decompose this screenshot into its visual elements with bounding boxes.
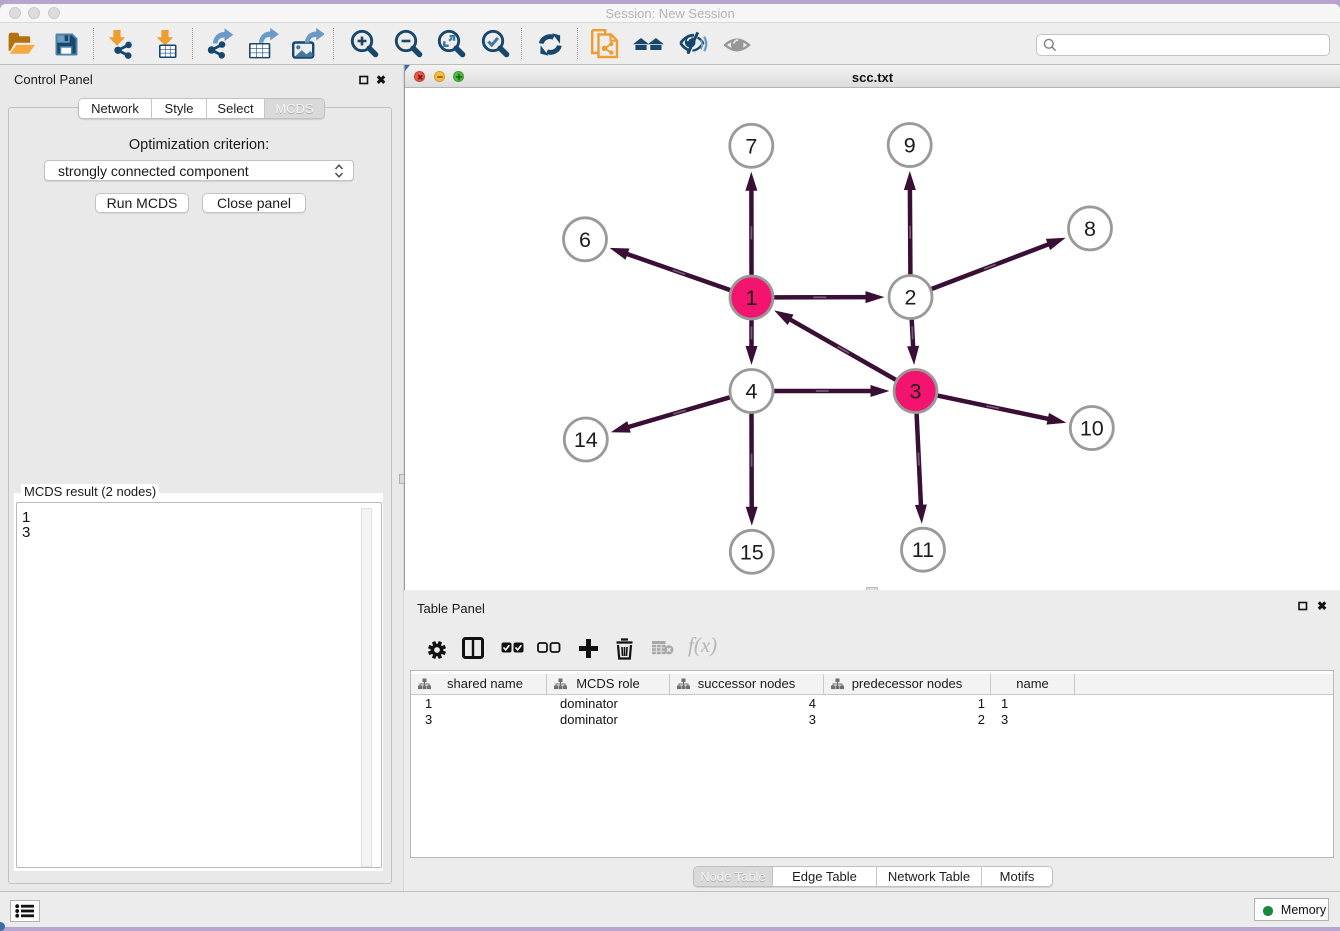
svg-text:15: 15 bbox=[740, 540, 764, 564]
svg-text:9: 9 bbox=[904, 134, 916, 158]
svg-text:8: 8 bbox=[1084, 217, 1096, 241]
svg-text:14: 14 bbox=[574, 428, 598, 452]
svg-text:10: 10 bbox=[1080, 417, 1104, 441]
svg-text:3: 3 bbox=[910, 380, 922, 404]
svg-text:4: 4 bbox=[746, 380, 758, 404]
svg-text:11: 11 bbox=[912, 538, 934, 562]
svg-text:7: 7 bbox=[745, 134, 757, 158]
svg-text:2: 2 bbox=[905, 286, 917, 310]
svg-text:1: 1 bbox=[746, 286, 758, 310]
svg-text:6: 6 bbox=[579, 228, 591, 252]
